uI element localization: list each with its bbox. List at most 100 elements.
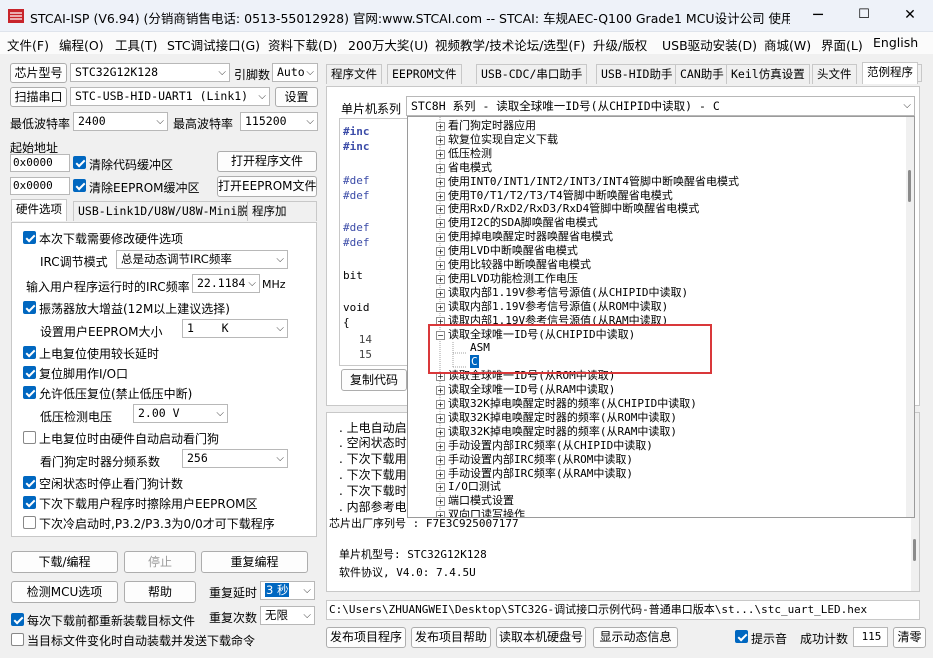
menu-upgrade[interactable]: 升级/版权 <box>593 35 647 54</box>
auto-watchdog-checkbox[interactable] <box>23 431 36 444</box>
expand-icon[interactable]: + <box>436 302 445 312</box>
tree-node[interactable]: + 使用INT0/INT1/INT2/INT3/INT4管脚中断唤醒省电模式 <box>436 175 739 189</box>
menu-shop[interactable]: 商城(W) <box>764 35 811 54</box>
tree-node[interactable]: + 读取32K掉电唤醒定时器的频率(从RAM中读取) <box>436 425 677 439</box>
tree-node[interactable]: + 读取32K掉电唤醒定时器的频率(从ROM中读取) <box>436 411 677 425</box>
check-mcu-button[interactable]: 检测MCU选项 <box>11 581 118 603</box>
tree-node[interactable]: + 使用T0/T1/T2/T3/T4管脚中断唤醒省电模式 <box>436 189 673 203</box>
pin-count-select[interactable]: Auto ⌵ <box>272 63 318 82</box>
menu-file[interactable]: 文件(F) <box>7 35 49 54</box>
tab-usb-link[interactable]: USB-Link1D/U8W/U8W-Mini脱机 <box>73 201 266 221</box>
modify-hw-options-checkbox[interactable] <box>23 231 36 244</box>
expand-icon[interactable]: + <box>436 219 445 229</box>
osc-gain-checkbox[interactable] <box>23 301 36 314</box>
expand-icon[interactable]: + <box>436 497 445 507</box>
tree-node[interactable]: + I/O口测试 <box>436 480 501 494</box>
expand-icon[interactable]: + <box>436 122 445 131</box>
close-button[interactable]: ✕ <box>887 0 933 32</box>
irc-mode-select[interactable]: 总是动态调节IRC频率 ⌵ <box>116 250 288 269</box>
idle-stop-wdt-checkbox[interactable] <box>23 476 36 489</box>
copy-code-button[interactable]: 复制代码 <box>341 369 407 391</box>
tree-node[interactable]: + 低压检测 <box>436 147 492 161</box>
reload-before-download-checkbox[interactable] <box>11 613 24 626</box>
clear-code-checkbox[interactable] <box>73 156 86 169</box>
irc-frequency-select[interactable]: 22.1184 ⌵ <box>192 274 260 293</box>
publish-help-button[interactable]: 发布项目帮助 <box>411 627 491 648</box>
menu-program[interactable]: 编程(O) <box>59 35 104 54</box>
tab-usb-cdc-serial[interactable]: USB-CDC/串口助手 <box>476 64 588 84</box>
tree-scrollbar[interactable] <box>906 117 914 517</box>
tree-node[interactable]: + 使用LVD中断唤醒省电模式 <box>436 244 578 258</box>
tree-node[interactable]: + 使用RxD/RxD2/RxD3/RxD4管脚中断唤醒省电模式 <box>436 202 699 216</box>
expand-icon[interactable]: + <box>436 191 445 201</box>
expand-icon[interactable]: + <box>436 247 445 257</box>
tree-node[interactable]: + 软复位实现自定义下载 <box>436 133 558 147</box>
port-select[interactable]: STC-USB-HID-UART1 (Link1) ⌵ <box>70 87 270 106</box>
open-program-file-button[interactable]: 打开程序文件 <box>217 151 317 172</box>
menu-video[interactable]: 视频教学/技术论坛/选型(F) <box>435 35 585 54</box>
expand-icon[interactable]: + <box>436 469 445 479</box>
minimize-button[interactable]: ─ <box>795 0 841 32</box>
tree-node[interactable]: + 省电模式 <box>436 161 492 175</box>
repeat-count-select[interactable]: 无限 ⌵ <box>260 606 315 625</box>
tree-node[interactable]: + 使用比较器中断唤醒省电模式 <box>436 258 591 272</box>
maximize-button[interactable]: ☐ <box>841 0 887 32</box>
scan-port-button[interactable]: 扫描串口 <box>10 87 67 107</box>
tree-node[interactable]: + 读取全球唯一ID号(从RAM中读取) <box>436 383 615 397</box>
tab-program-encrypt[interactable]: 程序加 <box>247 201 317 221</box>
reset-pin-io-checkbox[interactable] <box>23 366 36 379</box>
eeprom-address-input[interactable]: 0x0000 <box>10 177 70 195</box>
tab-header-files[interactable]: 头文件 <box>812 64 857 84</box>
menu-english[interactable]: English <box>873 35 918 50</box>
expand-icon[interactable]: + <box>436 441 445 451</box>
tree-node[interactable]: + 读取内部1.19V参考信号源值(从ROM中读取) <box>436 300 668 314</box>
wdt-divider-select[interactable]: 256 ⌵ <box>182 449 288 468</box>
tree-node[interactable]: + 使用掉电唤醒定时器唤醒省电模式 <box>436 230 613 244</box>
tree-node[interactable]: + 双向口读写操作 <box>436 508 525 517</box>
tree-node[interactable]: + 读取内部1.19V参考信号源值(从CHIPID中读取) <box>436 286 688 300</box>
menu-debug[interactable]: STC调试接口(G) <box>167 35 260 54</box>
help-button[interactable]: 帮助 <box>124 581 196 603</box>
menu-ui[interactable]: 界面(L) <box>821 35 863 54</box>
expand-icon[interactable]: + <box>436 261 445 270</box>
download-program-button[interactable]: 下载/编程 <box>11 551 118 573</box>
publish-program-button[interactable]: 发布项目程序 <box>326 627 406 648</box>
tree-scroll-thumb[interactable] <box>908 170 911 202</box>
expand-icon[interactable]: + <box>436 427 445 437</box>
max-baud-select[interactable]: 115200 ⌵ <box>240 112 318 131</box>
clear-eeprom-checkbox[interactable] <box>73 179 86 192</box>
beep-checkbox[interactable] <box>735 630 748 643</box>
menu-download[interactable]: 资料下载(D) <box>268 35 337 54</box>
menu-tools[interactable]: 工具(T) <box>115 35 157 54</box>
min-baud-select[interactable]: 2400 ⌵ <box>73 112 168 131</box>
expand-icon[interactable]: + <box>436 288 445 298</box>
expand-icon[interactable]: + <box>436 511 445 517</box>
long-reset-delay-checkbox[interactable] <box>23 346 36 359</box>
expand-icon[interactable]: + <box>436 135 445 145</box>
stop-button[interactable]: 停止 <box>124 551 196 573</box>
expand-icon[interactable]: + <box>436 386 445 396</box>
tree-node[interactable]: + 手动设置内部IRC频率(从RAM中读取) <box>436 467 633 481</box>
settings-button[interactable]: 设置 <box>275 87 318 107</box>
erase-eeprom-checkbox[interactable] <box>23 496 36 509</box>
tab-eeprom-file[interactable]: EEPROM文件 <box>387 64 462 84</box>
expand-icon[interactable]: + <box>436 274 445 284</box>
tree-node[interactable]: + 使用LVD功能检测工作电压 <box>436 272 578 286</box>
low-voltage-reset-checkbox[interactable] <box>23 386 36 399</box>
chip-model-button[interactable]: 芯片型号 <box>10 63 67 83</box>
tree-node[interactable]: + 看门狗定时器应用 <box>436 119 536 133</box>
read-disk-id-button[interactable]: 读取本机硬盘号 <box>496 627 586 648</box>
expand-icon[interactable]: + <box>436 205 445 215</box>
eeprom-size-select[interactable]: 1 K ⌵ <box>182 319 288 338</box>
tree-node[interactable]: + 手动设置内部IRC频率(从ROM中读取) <box>436 453 633 467</box>
repeat-program-button[interactable]: 重复编程 <box>201 551 308 573</box>
code-editor[interactable]: #inc #inc #def #def #def #def bit void {… <box>339 118 411 366</box>
clear-count-button[interactable]: 清零 <box>893 627 926 648</box>
tree-node[interactable]: + 手动设置内部IRC频率(从CHIPID中读取) <box>436 439 653 453</box>
repeat-delay-select[interactable]: 3 秒 ⌵ <box>260 581 315 600</box>
log-scroll-thumb[interactable] <box>913 539 916 561</box>
tab-usb-hid[interactable]: USB-HID助手 <box>596 64 678 84</box>
expand-icon[interactable]: + <box>436 177 445 187</box>
example-tree[interactable]: + 看门狗定时器应用 + 软复位实现自定义下载 + 低压检测 + 省电模式 + 使用INT0/IN… <box>407 116 915 518</box>
auto-load-on-change-checkbox[interactable] <box>11 633 24 646</box>
